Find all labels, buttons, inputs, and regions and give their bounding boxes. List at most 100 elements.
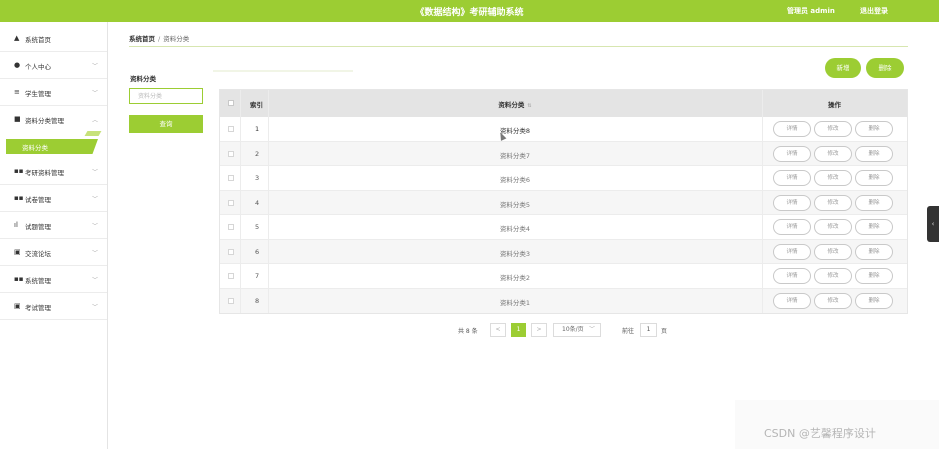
sidebar-item-label: 系统首页 [25, 36, 51, 44]
delete-button[interactable]: 删除 [855, 145, 893, 162]
sidebar-item-papers[interactable]: ▪▪ 试卷管理 ﹀ [0, 185, 107, 212]
row-category: 资料分类5 [499, 200, 531, 209]
table-row: 4 资料分类5 详情 修改 删除 [220, 190, 907, 215]
chevron-down-icon: ﹀ [92, 169, 99, 176]
row-checkbox[interactable] [228, 297, 234, 304]
page-size-value: 10条/页 [562, 326, 584, 333]
filter-label: 资料分类 [130, 75, 156, 83]
edit-button[interactable]: 修改 [814, 243, 852, 260]
header-ops: 操作 [828, 101, 841, 109]
edit-button[interactable]: 修改 [814, 121, 852, 137]
table-header: 索引 资料分类 ⇅ 操作 [220, 90, 907, 117]
delete-button[interactable]: 删除 [855, 194, 893, 211]
sidebar-item-home[interactable]: ▲ 系统首页 [0, 25, 107, 52]
delete-button[interactable]: 删除 [855, 292, 893, 309]
category-search-input[interactable] [129, 88, 203, 104]
query-button[interactable]: 查询 [129, 115, 203, 133]
batch-delete-button[interactable]: 删除 [866, 58, 904, 78]
row-category: 资料分类7 [499, 151, 531, 160]
prev-page-button[interactable]: < [490, 323, 506, 337]
row-checkbox[interactable] [228, 248, 234, 255]
row-index: 6 [255, 247, 260, 256]
delete-button[interactable]: 删除 [855, 170, 893, 186]
sidebar-item-label: 考研资料管理 [25, 169, 64, 177]
sidebar-item-label: 试题管理 [25, 223, 51, 231]
select-all-checkbox[interactable] [228, 100, 234, 106]
chevron-up-icon: ︿ [92, 117, 99, 124]
chevron-down-icon: ﹀ [92, 63, 99, 70]
row-checkbox[interactable] [228, 199, 234, 206]
table-row: 3 资料分类6 详情 修改 删除 [220, 166, 907, 191]
side-collapse-tab[interactable]: ‹ [927, 206, 939, 242]
table-row: 5 资料分类4 详情 修改 删除 [220, 215, 907, 240]
header-category-label: 资料分类 [498, 101, 525, 109]
page-1-button[interactable]: 1 [511, 323, 526, 337]
grid-icon: ▪▪ [14, 194, 24, 202]
edit-button[interactable]: 修改 [814, 268, 852, 284]
row-category: 资料分类1 [499, 298, 531, 307]
sidebar-item-forum[interactable]: ▣ 交流论坛 ﹀ [0, 239, 107, 266]
edit-button[interactable]: 修改 [814, 145, 852, 162]
sidebar-item-category-mgmt[interactable]: ■ 资料分类管理 ︿ [0, 106, 107, 133]
delete-button[interactable]: 删除 [855, 243, 893, 260]
page-unit-label: 页 [661, 328, 668, 335]
chevron-down-icon: ﹀ [92, 90, 99, 97]
chevron-down-icon: ﹀ [588, 326, 595, 333]
detail-button[interactable]: 详情 [773, 121, 811, 137]
sidebar-item-questions[interactable]: ıl 试题管理 ﹀ [0, 212, 107, 239]
sidebar-item-materials[interactable]: ▪▪ 考研资料管理 ﹀ [0, 158, 107, 185]
detail-button[interactable]: 详情 [773, 194, 811, 211]
row-category: 资料分类2 [499, 274, 531, 282]
edit-button[interactable]: 修改 [814, 219, 852, 235]
grid-icon: ▪▪ [14, 167, 24, 175]
detail-button[interactable]: 详情 [773, 170, 811, 186]
user-icon: ● [14, 61, 21, 69]
detail-button[interactable]: 详情 [773, 243, 811, 260]
sidebar-item-personal[interactable]: ● 个人中心 ﹀ [0, 52, 107, 79]
table-row: 7 资料分类2 详情 修改 删除 [220, 264, 907, 289]
row-index: 4 [255, 198, 260, 207]
row-category: 资料分类4 [499, 225, 531, 233]
top-bar: 《数据结构》考研辅助系统 管理员 admin 退出登录 [0, 0, 939, 22]
delete-button[interactable]: 删除 [855, 268, 893, 284]
sidebar-item-label: 试卷管理 [25, 196, 51, 204]
edit-button[interactable]: 修改 [814, 170, 852, 186]
breadcrumb: 系统首页 / 资料分类 [129, 33, 189, 43]
row-checkbox[interactable] [228, 150, 234, 157]
row-checkbox[interactable] [228, 273, 234, 279]
sidebar-item-students[interactable]: ≡ 学生管理 ﹀ [0, 79, 107, 106]
delete-button[interactable]: 删除 [855, 219, 893, 235]
sidebar: ▲ 系统首页 ● 个人中心 ﹀ ≡ 学生管理 ﹀ ■ 资料分类管理 ︿ 资料分类… [0, 22, 108, 449]
breadcrumb-home[interactable]: 系统首页 [129, 35, 155, 43]
grid-icon: ▪▪ [14, 275, 24, 283]
edit-button[interactable]: 修改 [814, 194, 852, 211]
page-size-select[interactable]: 10条/页 ﹀ [553, 323, 601, 337]
sidebar-item-label: 系统管理 [25, 277, 51, 285]
detail-button[interactable]: 详情 [773, 219, 811, 235]
row-category: 资料分类8 [499, 127, 531, 135]
delete-button[interactable]: 删除 [855, 121, 893, 137]
header-category[interactable]: 资料分类 ⇅ [268, 99, 762, 109]
next-page-button[interactable]: > [531, 323, 547, 337]
goto-page-input[interactable]: 1 [640, 323, 657, 337]
edit-button[interactable]: 修改 [814, 292, 852, 309]
sidebar-item-exams[interactable]: ▣ 考试管理 ﹀ [0, 293, 107, 320]
decorative-line [213, 70, 353, 72]
row-index: 8 [255, 296, 260, 305]
detail-button[interactable]: 详情 [773, 145, 811, 162]
sort-icon[interactable]: ⇅ [527, 103, 531, 109]
add-button[interactable]: 新增 [825, 58, 861, 78]
sidebar-subitem-category[interactable]: 资料分类 [6, 139, 98, 154]
detail-button[interactable]: 详情 [773, 268, 811, 284]
admin-label: 管理员 admin [787, 7, 835, 15]
row-checkbox[interactable] [228, 126, 234, 132]
book-icon: ▣ [14, 248, 21, 256]
row-checkbox[interactable] [228, 175, 234, 181]
chevron-down-icon: ﹀ [92, 196, 99, 203]
chevron-down-icon: ﹀ [92, 250, 99, 257]
detail-button[interactable]: 详情 [773, 292, 811, 309]
row-checkbox[interactable] [228, 224, 234, 230]
row-index: 2 [255, 149, 260, 158]
sidebar-item-system[interactable]: ▪▪ 系统管理 ﹀ [0, 266, 107, 293]
logout-link[interactable]: 退出登录 [860, 6, 888, 16]
